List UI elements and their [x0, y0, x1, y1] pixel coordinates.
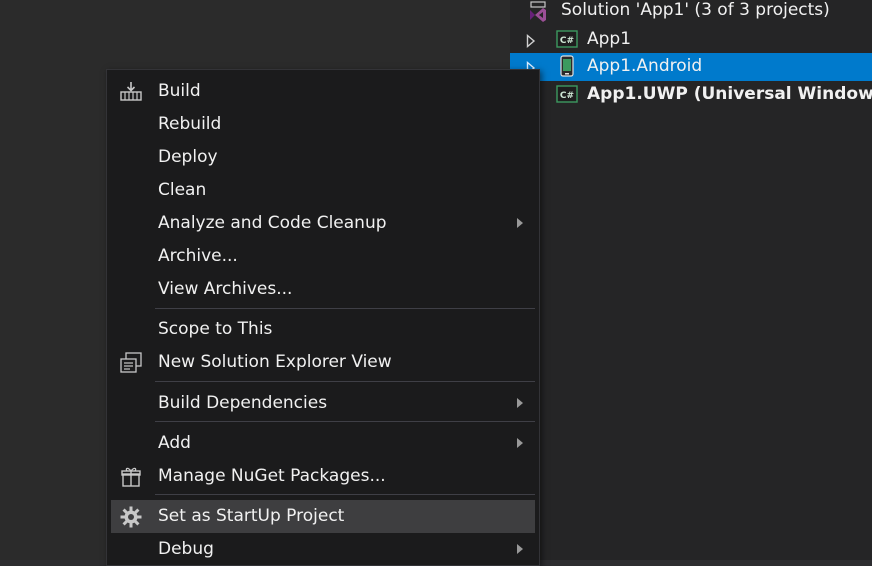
- gear-icon: [119, 505, 143, 529]
- menu-item-label: Manage NuGet Packages...: [158, 466, 386, 486]
- menu-item-debug[interactable]: Debug: [111, 533, 535, 566]
- menu-item-rebuild[interactable]: Rebuild: [111, 108, 535, 141]
- menu-separator: [155, 494, 535, 495]
- menu-item-manage-nuget-packages[interactable]: Manage NuGet Packages...: [111, 460, 535, 493]
- menu-item-label: Rebuild: [158, 114, 222, 134]
- menu-item-build[interactable]: Build: [111, 75, 535, 108]
- nuget-package-icon: [119, 465, 143, 489]
- menu-separator: [155, 381, 535, 382]
- menu-separator: [155, 308, 535, 309]
- project-label: App1.Android: [587, 56, 703, 76]
- menu-item-new-solution-explorer-view[interactable]: New Solution Explorer View: [111, 346, 535, 379]
- project-node-app1-uwp[interactable]: C# App1.UWP (Universal Windows): [510, 81, 872, 109]
- startup-project-label: App1.UWP (Universal Windows): [587, 84, 872, 104]
- project-label: App1: [587, 29, 632, 49]
- android-project-icon: [556, 55, 578, 77]
- new-explorer-view-icon: [119, 351, 143, 375]
- submenu-arrow-icon: [517, 438, 523, 448]
- menu-item-scope-to-this[interactable]: Scope to This: [111, 313, 535, 346]
- menu-item-label: View Archives...: [158, 279, 293, 299]
- menu-item-label: Debug: [158, 539, 214, 559]
- menu-item-build-dependencies[interactable]: Build Dependencies: [111, 387, 535, 420]
- menu-item-label: Build Dependencies: [158, 393, 328, 413]
- menu-item-deploy[interactable]: Deploy: [111, 141, 535, 174]
- solution-explorer-panel: Solution 'App1' (3 of 3 projects) C# App…: [510, 0, 872, 560]
- solution-node[interactable]: Solution 'App1' (3 of 3 projects): [510, 0, 872, 26]
- visual-studio-solution-icon: [527, 1, 549, 22]
- menu-item-view-archives[interactable]: View Archives...: [111, 273, 535, 306]
- menu-separator: [155, 421, 535, 422]
- menu-item-label: Archive...: [158, 246, 238, 266]
- menu-item-label: Clean: [158, 180, 207, 200]
- submenu-arrow-icon: [517, 398, 523, 408]
- menu-item-archive[interactable]: Archive...: [111, 240, 535, 273]
- submenu-arrow-icon: [517, 544, 523, 554]
- menu-item-label: Scope to This: [158, 319, 273, 339]
- project-context-menu: Build Rebuild Deploy Clean Analyze and C…: [106, 69, 540, 566]
- menu-item-analyze-code-cleanup[interactable]: Analyze and Code Cleanup: [111, 207, 535, 240]
- solution-label: Solution 'App1' (3 of 3 projects): [561, 0, 830, 20]
- svg-text:C#: C#: [560, 36, 574, 46]
- menu-item-label: Build: [158, 81, 201, 101]
- menu-item-label: New Solution Explorer View: [158, 352, 392, 372]
- svg-text:C#: C#: [560, 91, 574, 101]
- csharp-project-icon: C#: [556, 29, 578, 49]
- submenu-arrow-icon: [517, 218, 523, 228]
- menu-item-set-as-startup-project[interactable]: Set as StartUp Project: [111, 500, 535, 533]
- menu-item-label: Deploy: [158, 147, 218, 167]
- menu-item-label: Add: [158, 433, 191, 453]
- csharp-project-icon: C#: [556, 84, 578, 104]
- project-node-app1-android[interactable]: App1.Android: [510, 53, 872, 81]
- menu-item-label: Set as StartUp Project: [158, 506, 345, 526]
- menu-item-add[interactable]: Add: [111, 427, 535, 460]
- menu-item-clean[interactable]: Clean: [111, 174, 535, 207]
- menu-item-label: Analyze and Code Cleanup: [158, 213, 387, 233]
- project-node-app1[interactable]: C# App1: [510, 26, 872, 54]
- build-icon: [119, 80, 143, 104]
- expand-arrow-icon[interactable]: [526, 33, 536, 49]
